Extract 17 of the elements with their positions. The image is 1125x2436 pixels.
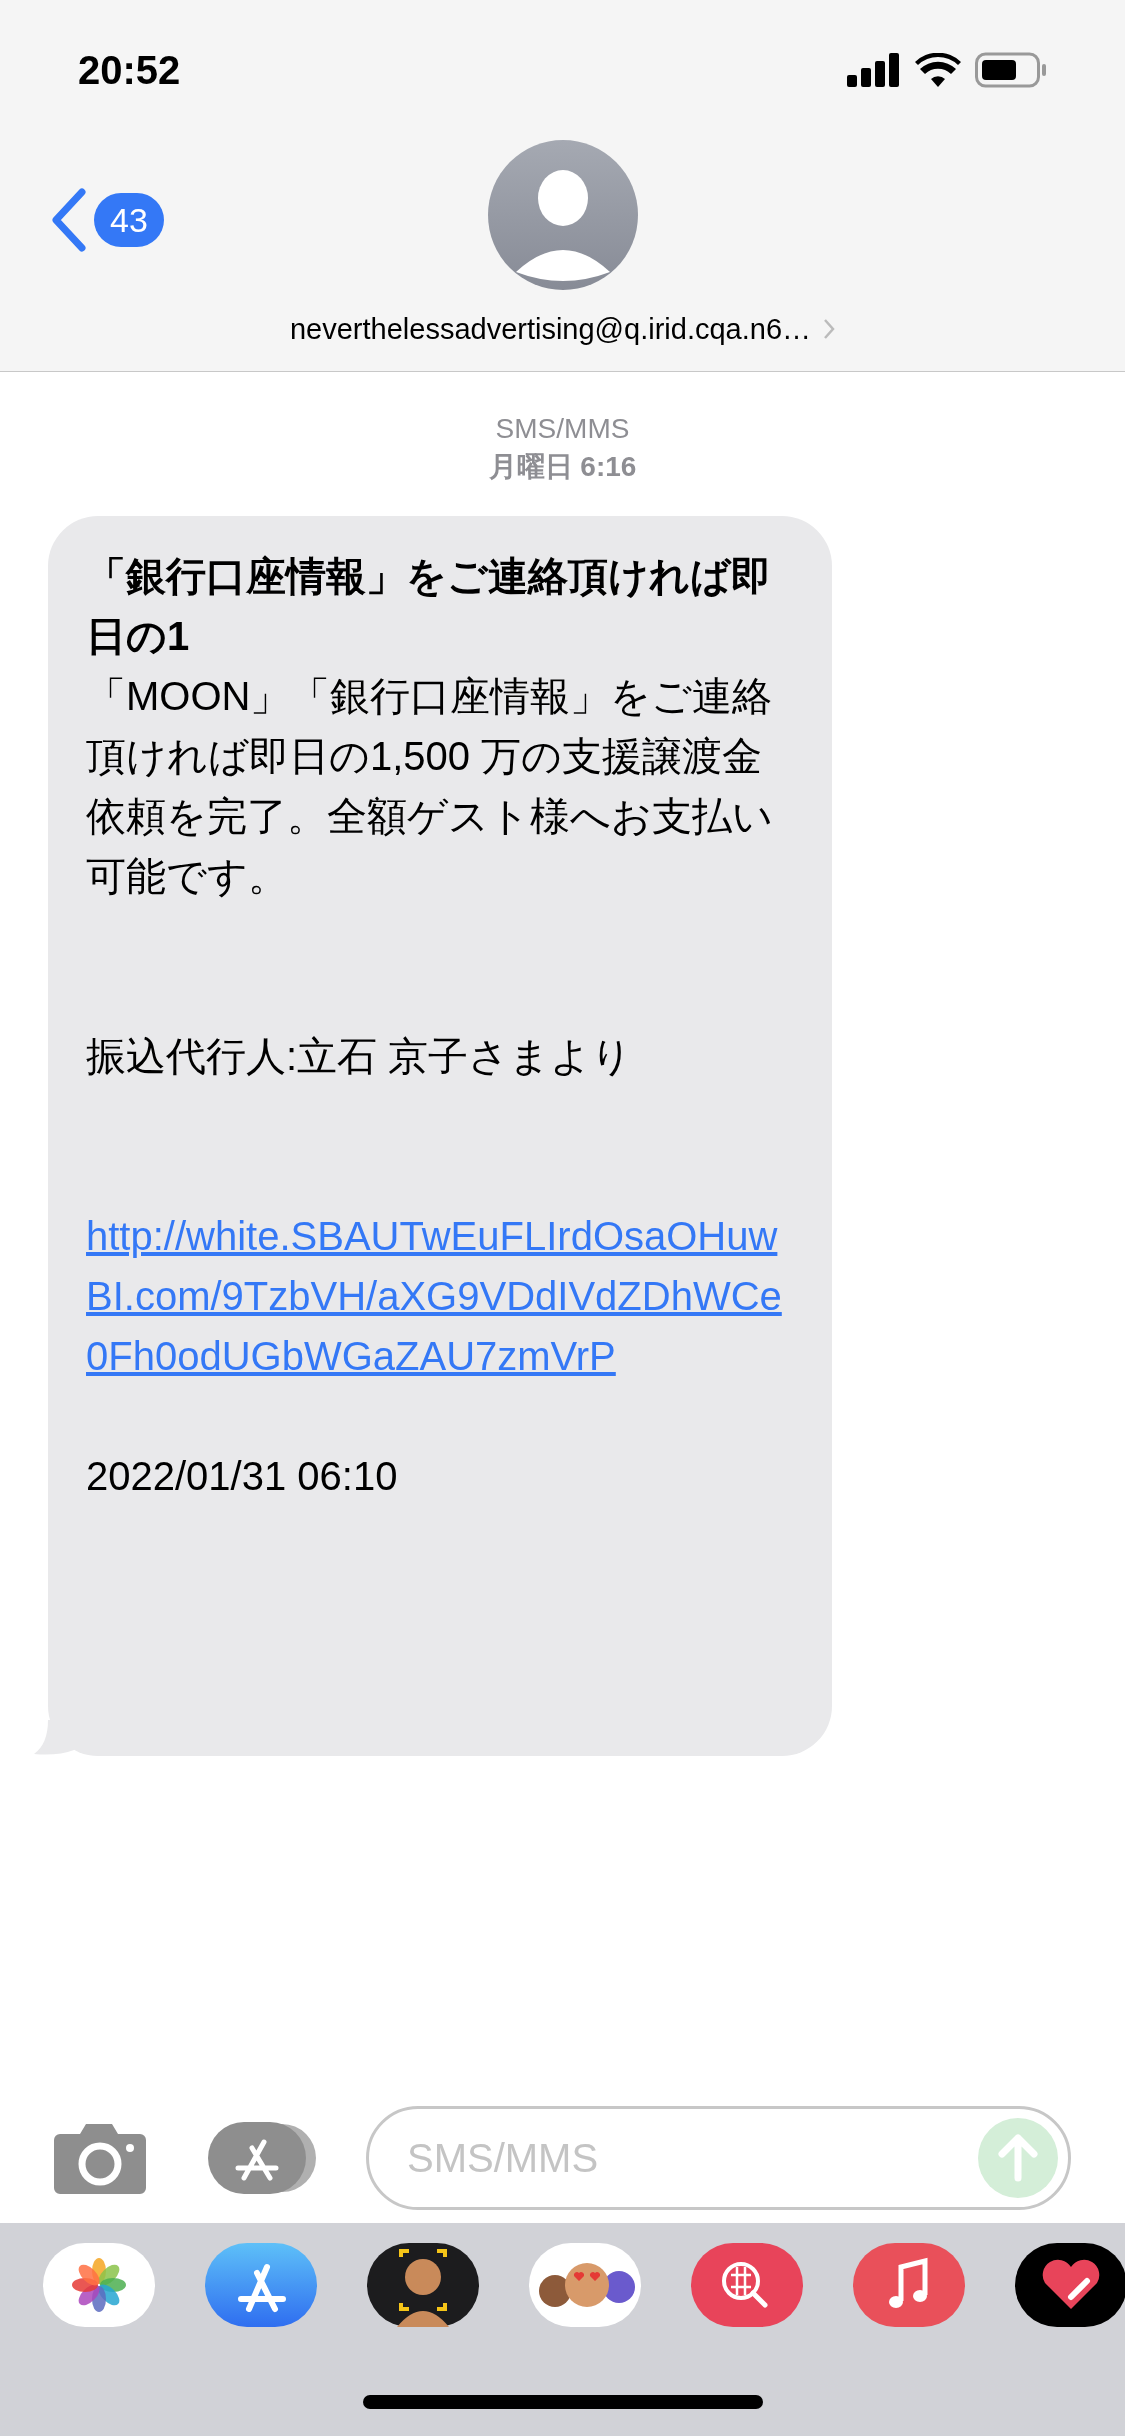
heart-icon[interactable] — [1015, 2243, 1125, 2327]
message-link[interactable]: http://white.SBAUTwEuFLIrdOsaOHuwBI.com/9TzbVH/aXG9VDdIVdZDhWCe0Fh0odUGbWGaZAU7zmVrP — [86, 1206, 794, 1386]
unread-badge[interactable]: 43 — [94, 192, 164, 247]
message-date: 月曜日 6:16 — [488, 450, 637, 484]
battery-icon — [975, 51, 1047, 88]
clock-time: 20:52 — [78, 46, 181, 94]
camera-icon[interactable] — [54, 2122, 146, 2194]
service-label: SMS/MMS — [495, 412, 630, 446]
message-timestamp: 2022/01/31 06:10 — [86, 1453, 399, 1500]
contact-address[interactable]: neverthelessadvertising@q.irid.cqa.n6… — [289, 307, 812, 352]
avatar-icon[interactable] — [487, 139, 638, 290]
message-body: 「MOON」「銀行口座情報」をご連絡頂ければ即日の1,500 万の支援譲渡金依頼を完了。全額ゲスト様へお支払い可能です。 — [86, 673, 774, 900]
wifi-icon — [915, 52, 961, 87]
signal-icon — [847, 52, 901, 87]
app-store-button[interactable] — [208, 2122, 318, 2194]
message-signature: 振込代行人:立石 京子さまより — [86, 1033, 634, 1080]
message-subject: 「銀行口座情報」をご連絡頂ければ即日の1 — [86, 553, 772, 660]
